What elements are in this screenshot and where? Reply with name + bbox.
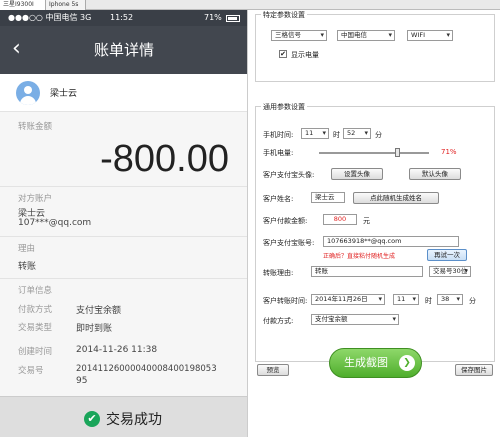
success-text: 交易成功 (106, 412, 162, 428)
arrow-right-icon: ❯ (399, 355, 415, 371)
pay-method-select[interactable]: 支付宝余额 (311, 314, 399, 325)
transfer-hour-select[interactable]: 11 (393, 294, 419, 305)
signal-select[interactable]: 三格信号 (271, 30, 327, 41)
account-input[interactable]: 107663918**@qq.com (323, 236, 459, 247)
preview-button[interactable]: 预览 (257, 364, 289, 376)
user-row: 梁士云 (0, 74, 247, 112)
battery-label: 手机电量: (263, 149, 294, 157)
account-hint: 正确后？直接粘付随机生成 (323, 253, 396, 260)
hour-unit: 时 (333, 131, 340, 139)
specific-settings-group (255, 14, 495, 82)
clock-text: 11:52 (110, 13, 134, 22)
trade-no-value: 20141126000040008400198053 (76, 364, 217, 374)
counterparty-email: 107***@qq.com (18, 218, 92, 228)
tab-iphone[interactable]: Iphone 5s (46, 0, 86, 10)
avatar-label: 客户支付宝头像: (263, 171, 315, 179)
generate-screenshot-button[interactable]: 生成截图 ❯ (329, 348, 422, 378)
minute-select[interactable]: 52 (343, 128, 371, 139)
divider (0, 186, 247, 187)
minute-unit: 分 (375, 131, 382, 139)
transfer-minute-unit: 分 (469, 297, 476, 305)
set-avatar-button[interactable]: 设置头像 (331, 168, 383, 180)
retry-button[interactable]: 再试一次 (427, 249, 467, 261)
battery-slider-thumb[interactable] (395, 148, 401, 157)
name-input[interactable]: 梁士云 (311, 192, 345, 203)
random-name-button[interactable]: 点此随机生成姓名 (353, 192, 439, 204)
carrier-select[interactable]: 中国电信 (337, 30, 395, 41)
created-time-value: 2014-11-26 11:38 (76, 345, 158, 355)
trade-no-value-cont: 95 (76, 376, 88, 386)
reason-label: 转账理由: (263, 269, 294, 277)
pay-method-value: 支付宝余额 (76, 306, 122, 316)
reason-value: 转账 (18, 262, 37, 272)
transfer-minute-select[interactable]: 38 (437, 294, 463, 305)
save-image-button[interactable]: 保存图片 (455, 364, 493, 376)
show-battery-checkbox[interactable]: ✔ (279, 50, 287, 58)
counterparty-label: 对方账户 (18, 194, 53, 204)
device-tab-bar: 三星I9300I Iphone 5s (0, 0, 500, 10)
network-select[interactable]: WIFI (407, 30, 453, 41)
settings-panel: 特定参数设置 三格信号 中国电信 WIFI ✔ 显示电量 通用参数设置 手机时间… (249, 10, 500, 437)
reason-label: 理由 (18, 244, 36, 254)
general-settings-title: 通用参数设置 (261, 102, 307, 112)
order-info-label: 订单信息 (18, 286, 53, 296)
page-title: 账单详情 (93, 41, 154, 59)
trade-no-label: 交易号 (18, 366, 44, 376)
reason-input[interactable]: 转账 (311, 266, 423, 277)
amount-value: -800.00 (100, 138, 229, 180)
trade-type-value: 即时到账 (76, 324, 113, 334)
transfer-time-label: 客户转账时间: (263, 297, 308, 305)
divider (0, 278, 247, 279)
tab-samsung[interactable]: 三星I9300I (0, 0, 46, 10)
account-label: 客户支付宝账号: (263, 239, 315, 247)
default-avatar-button[interactable]: 默认头像 (409, 168, 461, 180)
battery-text: 71% (204, 13, 222, 22)
hour-select[interactable]: 11 (301, 128, 329, 139)
divider (0, 236, 247, 237)
user-name: 梁士云 (50, 89, 78, 99)
phone-preview: ●●●○○ 中国电信 3G 11:52 71% ‹ 账单详情 梁士云 转账金额 … (0, 10, 248, 437)
specific-settings-title: 特定参数设置 (261, 10, 307, 20)
checkmark-icon: ✔ (84, 411, 100, 427)
amount-label: 转账金额 (18, 122, 53, 132)
pay-method-label: 付款方式 (18, 305, 53, 315)
phone-time-label: 手机时间: (263, 131, 294, 139)
name-label: 客户姓名: (263, 195, 294, 203)
carrier-text: ●●●○○ 中国电信 3G (8, 13, 92, 22)
nav-bar: ‹ 账单详情 (0, 26, 247, 74)
avatar-icon (16, 81, 40, 105)
success-bar: ✔ 交易成功 (0, 396, 247, 437)
generate-label: 生成截图 (344, 356, 388, 369)
amount-label: 客户付款金额: (263, 217, 308, 225)
date-select[interactable]: 2014年11月26日 (311, 294, 385, 305)
battery-slider[interactable] (319, 152, 429, 154)
battery-percent: 71% (441, 148, 457, 156)
show-battery-label: 显示电量 (291, 51, 319, 59)
trade-type-label: 交易类型 (18, 323, 53, 333)
amount-input[interactable]: 800 (323, 214, 357, 225)
pay-method-label: 付款方式: (263, 317, 294, 325)
amount-unit: 元 (363, 217, 370, 225)
trade-no-select[interactable]: 交易号30位 (429, 266, 471, 277)
status-bar: ●●●○○ 中国电信 3G 11:52 71% (0, 10, 247, 26)
battery-icon (226, 15, 240, 22)
transfer-hour-unit: 时 (425, 297, 432, 305)
created-time-label: 创建时间 (18, 347, 53, 357)
